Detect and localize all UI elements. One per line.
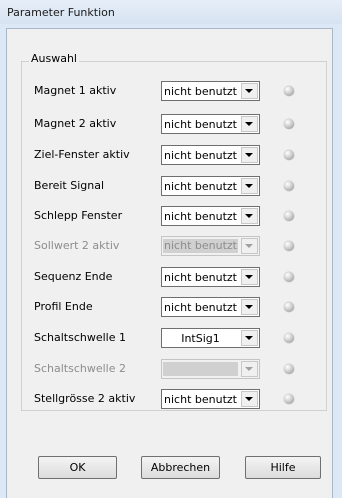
label-bereit-signal: Bereit Signal <box>34 179 105 192</box>
title-bar[interactable]: Parameter Funktion <box>0 0 342 24</box>
select-value <box>163 362 238 376</box>
label-schlepp-fenster: Schlepp Fenster <box>34 209 123 222</box>
chevron-down-icon[interactable] <box>241 299 258 315</box>
ok-button[interactable]: OK <box>38 456 117 479</box>
help-button[interactable]: Hilfe <box>245 456 321 479</box>
select-sollwert-2-aktiv: nicht benutzt <box>161 236 260 256</box>
select-value: IntSig1 <box>181 332 220 345</box>
label-profil-ende: Profil Ende <box>34 300 93 313</box>
window-title: Parameter Funktion <box>7 6 115 19</box>
chevron-down-icon[interactable] <box>241 147 258 163</box>
select-magnet-1-aktiv[interactable]: nicht benutzt <box>161 81 260 101</box>
select-value: nicht benutzt <box>164 180 237 193</box>
select-schlepp-fenster[interactable]: nicht benutzt <box>161 206 260 226</box>
select-ziel-fenster-aktiv[interactable]: nicht benutzt <box>161 145 260 165</box>
chevron-down-icon[interactable] <box>241 178 258 194</box>
select-value: nicht benutzt <box>164 149 237 162</box>
chevron-down-icon[interactable] <box>241 269 258 285</box>
select-value: nicht benutzt <box>163 239 238 253</box>
select-stellgroesse-2-aktiv[interactable]: nicht benutzt <box>161 389 260 409</box>
status-led-icon <box>284 302 294 312</box>
select-value: nicht benutzt <box>164 301 237 314</box>
cancel-button-label: Abbrechen <box>150 461 211 474</box>
label-schaltschwelle-1: Schaltschwelle 1 <box>34 331 127 344</box>
label-sollwert-2-aktiv: Sollwert 2 aktiv <box>34 239 120 252</box>
select-value: nicht benutzt <box>164 118 237 131</box>
label-sequenz-ende: Sequenz Ende <box>34 270 113 283</box>
status-led-icon <box>284 211 294 221</box>
status-led-icon <box>284 119 294 129</box>
status-led-icon <box>284 86 294 96</box>
help-button-label: Hilfe <box>270 461 296 474</box>
status-led-icon <box>284 333 294 343</box>
group-label: Auswahl <box>29 52 79 65</box>
status-led-icon <box>284 181 294 191</box>
select-value: nicht benutzt <box>164 393 237 406</box>
label-schaltschwelle-2: Schaltschwelle 2 <box>34 362 127 375</box>
label-stellgroesse-2-aktiv: Stellgrösse 2 aktiv <box>34 392 136 405</box>
select-value: nicht benutzt <box>164 271 237 284</box>
status-led-icon <box>284 394 294 404</box>
chevron-down-icon[interactable] <box>241 208 258 224</box>
chevron-down-icon[interactable] <box>241 116 258 132</box>
chevron-down-icon[interactable] <box>241 330 258 346</box>
status-led-icon <box>284 241 294 251</box>
select-value: nicht benutzt <box>164 85 237 98</box>
status-led-icon <box>284 272 294 282</box>
chevron-down-icon[interactable] <box>241 391 258 407</box>
chevron-down-icon[interactable] <box>241 83 258 99</box>
select-schaltschwelle-2 <box>161 359 260 379</box>
label-magnet-1-aktiv: Magnet 1 aktiv <box>34 84 117 97</box>
select-bereit-signal[interactable]: nicht benutzt <box>161 176 260 196</box>
chevron-down-icon <box>241 361 258 377</box>
ok-button-label: OK <box>69 461 86 474</box>
select-profil-ende[interactable]: nicht benutzt <box>161 297 260 317</box>
select-magnet-2-aktiv[interactable]: nicht benutzt <box>161 114 260 134</box>
select-value: nicht benutzt <box>164 210 237 223</box>
chevron-down-icon <box>241 238 258 254</box>
label-magnet-2-aktiv: Magnet 2 aktiv <box>34 117 117 130</box>
select-sequenz-ende[interactable]: nicht benutzt <box>161 267 260 287</box>
select-schaltschwelle-1[interactable]: IntSig1 <box>161 328 260 348</box>
label-ziel-fenster-aktiv: Ziel-Fenster aktiv <box>34 148 130 161</box>
status-led-icon <box>284 150 294 160</box>
status-led-icon <box>284 364 294 374</box>
cancel-button[interactable]: Abbrechen <box>141 456 220 479</box>
